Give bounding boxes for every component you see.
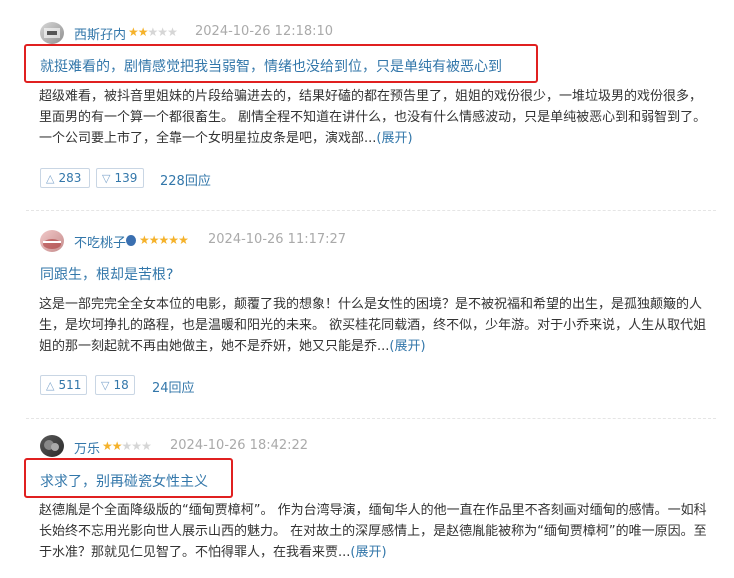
star-empty-icon: ★ <box>141 439 152 453</box>
review-title[interactable]: 求求了，别再碰瓷女性主义 <box>40 471 208 491</box>
avatar-image-icon <box>44 440 59 451</box>
review-body-line: 赵德胤是个全面降级版的“缅甸贾樟柯”。 作为台湾导演，缅甸华人的他一直在作品里不… <box>39 503 707 518</box>
star-filled-icon: ★ <box>102 439 113 453</box>
star-filled-icon: ★ <box>111 439 123 453</box>
star-empty-icon: ★ <box>121 439 133 453</box>
rating-stars: ★★★★★ <box>102 439 152 453</box>
review-body-line: 长始终不忘用光影向世人展示山西的魅力。 在对故土的深厚感情上，是赵德胤能被称为“… <box>39 524 707 539</box>
review-body: 赵德胤是个全面降级版的“缅甸贾樟柯”。 作为台湾导演，缅甸华人的他一直在作品里不… <box>39 500 707 563</box>
review-author[interactable]: 万乐 <box>74 438 100 457</box>
review-body-text: 于水准？那就见仁见智了。不怕得罪人，在我看来贾... <box>39 545 351 560</box>
star-empty-icon: ★ <box>131 439 142 453</box>
review-timestamp: 2024-10-26 18:42:22 <box>170 438 309 453</box>
review-item: 万乐 ★★★★★ 2024-10-26 18:42:22 求求了，别再碰瓷女性主… <box>0 0 734 578</box>
avatar[interactable] <box>40 435 64 457</box>
review-body-line: 于水准？那就见仁见智了。不怕得罪人，在我看来贾...(展开) <box>39 542 699 563</box>
expand-link[interactable]: (展开) <box>350 545 386 560</box>
